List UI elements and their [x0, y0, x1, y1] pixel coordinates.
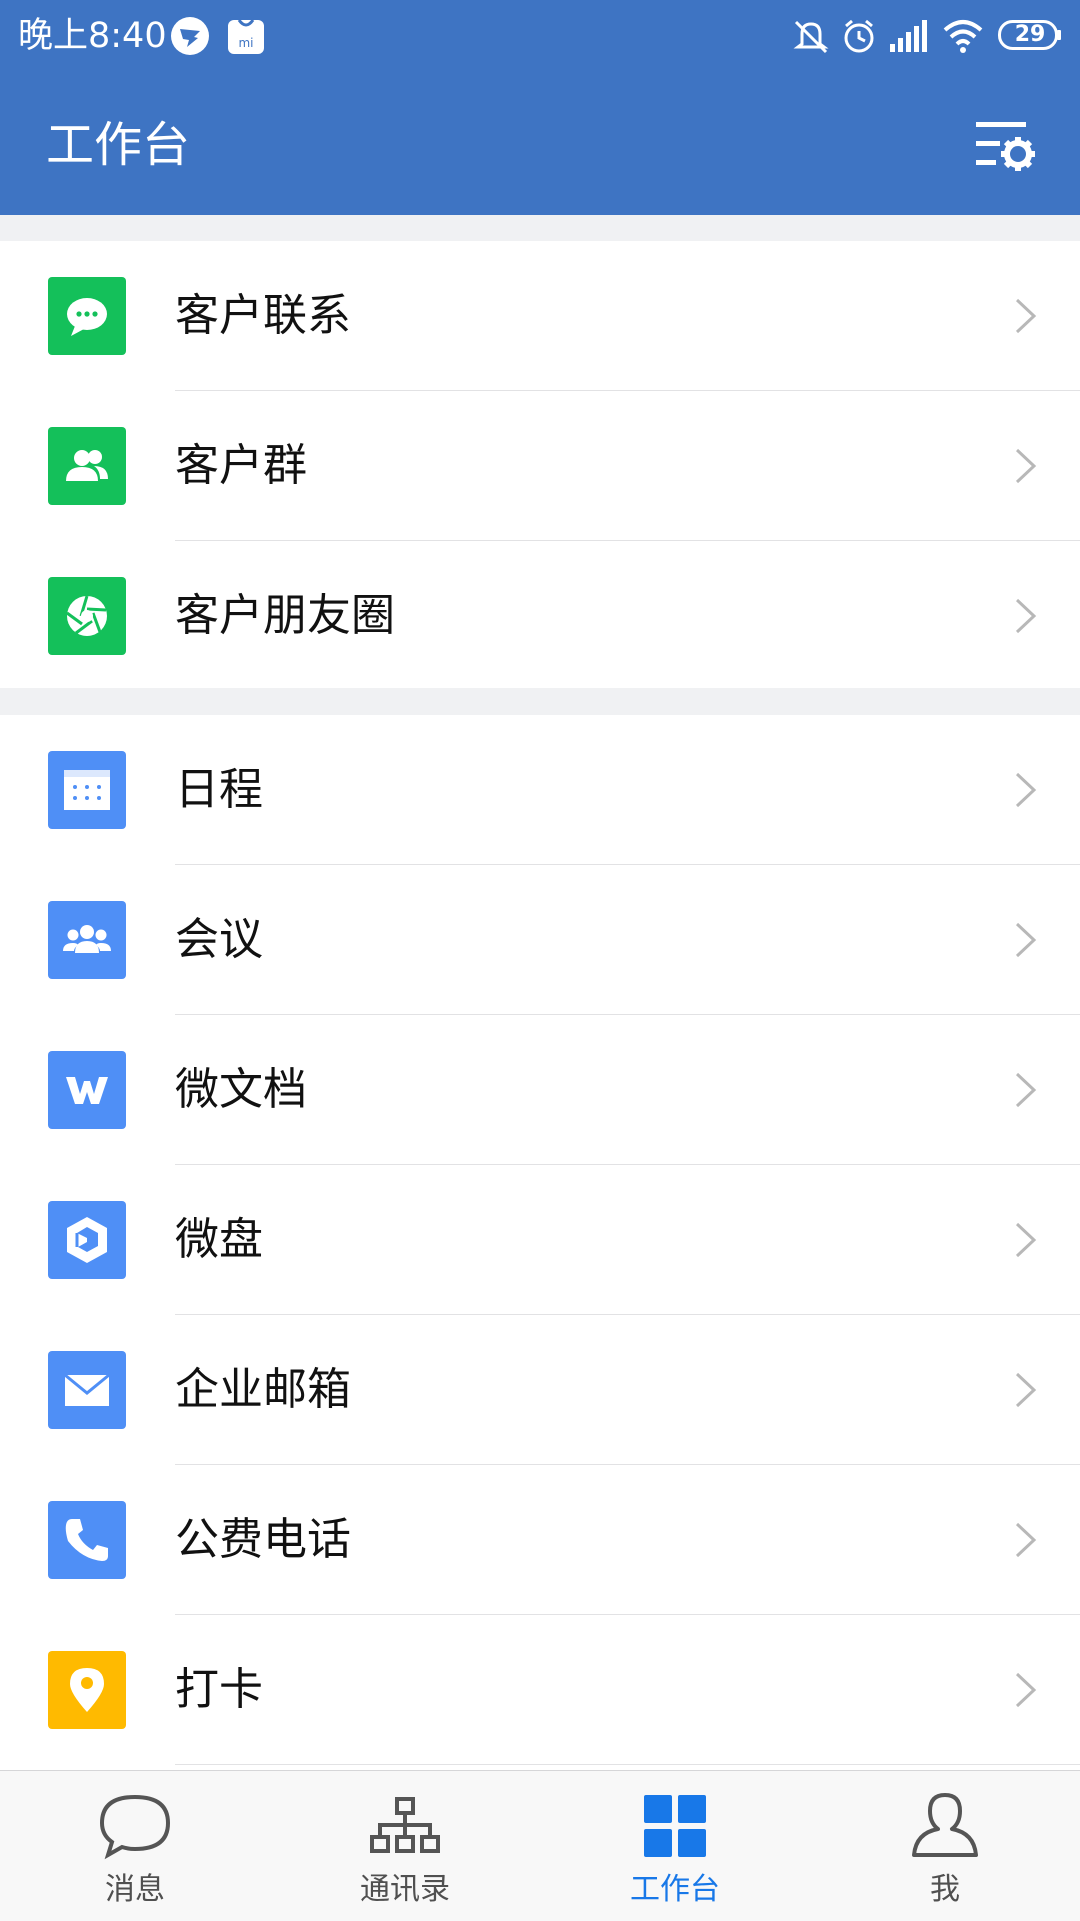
- signal-icon: [886, 16, 928, 56]
- item-label: 客户朋友圈: [175, 590, 395, 641]
- battery-level: 29: [1014, 22, 1046, 47]
- status-bar: 晚上8:40 mi 29: [0, 0, 1080, 72]
- list-item-customer-moments[interactable]: 客户朋友圈: [0, 541, 1080, 691]
- tab-contacts[interactable]: 通讯录: [270, 1771, 540, 1921]
- chevron-right-icon: [1014, 1521, 1038, 1559]
- message-icon: [98, 1789, 172, 1863]
- item-label: 打卡: [175, 1664, 263, 1715]
- chat-bubble-icon: [48, 277, 126, 355]
- item-label: 微盘: [175, 1214, 263, 1265]
- mute-icon: [790, 16, 832, 56]
- item-label: 微文档: [175, 1064, 307, 1115]
- tools-section: 日程 会议 微文档 微盘 企业邮箱 公费电话 打卡: [0, 715, 1080, 1775]
- alarm-icon: [838, 16, 880, 56]
- bottom-nav: 消息 通讯录 工作台 我: [0, 1770, 1080, 1921]
- item-label: 企业邮箱: [175, 1364, 351, 1415]
- app-bar: 工作台: [0, 72, 1080, 215]
- group-icon: [48, 427, 126, 505]
- chevron-right-icon: [1014, 1221, 1038, 1259]
- calendar-icon: [48, 751, 126, 829]
- chevron-right-icon: [1014, 597, 1038, 635]
- battery-icon: 29: [998, 20, 1062, 50]
- nav-label: 通讯录: [360, 1872, 450, 1907]
- list-settings-icon: [976, 122, 1035, 171]
- chevron-right-icon: [1014, 1671, 1038, 1709]
- location-pin-icon: [48, 1651, 126, 1729]
- chevron-right-icon: [1014, 297, 1038, 335]
- drive-icon: [48, 1201, 126, 1279]
- settings-button[interactable]: [976, 116, 1038, 174]
- tab-workbench[interactable]: 工作台: [540, 1771, 810, 1921]
- mail-icon: [48, 1351, 126, 1429]
- list-item-check-in[interactable]: 打卡: [0, 1615, 1080, 1765]
- chevron-right-icon: [1014, 771, 1038, 809]
- tab-me[interactable]: 我: [810, 1771, 1080, 1921]
- item-label: 会议: [175, 914, 263, 965]
- list-item-micro-drive[interactable]: 微盘: [0, 1165, 1080, 1315]
- chevron-right-icon: [1014, 921, 1038, 959]
- chevron-right-icon: [1014, 1371, 1038, 1409]
- customer-section: 客户联系 客户群 客户朋友圈: [0, 241, 1080, 688]
- item-label: 客户联系: [175, 290, 351, 341]
- page-title: 工作台: [46, 117, 191, 173]
- mi-store-notification-icon: mi: [226, 16, 266, 56]
- profile-icon: [908, 1789, 982, 1863]
- chevron-right-icon: [1014, 1071, 1038, 1109]
- phone-icon: [48, 1501, 126, 1579]
- list-item-schedule[interactable]: 日程: [0, 715, 1080, 865]
- aperture-icon: [48, 577, 126, 655]
- svg-text:mi: mi: [238, 36, 253, 50]
- document-w-icon: [48, 1051, 126, 1129]
- item-label: 客户群: [175, 440, 307, 491]
- chevron-right-icon: [1014, 447, 1038, 485]
- wifi-icon: [942, 16, 984, 56]
- list-item-public-phone[interactable]: 公费电话: [0, 1465, 1080, 1615]
- contacts-org-icon: [368, 1789, 442, 1863]
- workbench-grid-icon: [638, 1789, 712, 1863]
- list-item-customer-contact[interactable]: 客户联系: [0, 241, 1080, 391]
- item-label: 公费电话: [175, 1514, 351, 1565]
- nav-label: 我: [930, 1872, 960, 1907]
- nav-label: 工作台: [630, 1872, 720, 1907]
- list-item-customer-group[interactable]: 客户群: [0, 391, 1080, 541]
- tab-messages[interactable]: 消息: [0, 1771, 270, 1921]
- item-label: 日程: [175, 764, 263, 815]
- dingtalk-notification-icon: [170, 16, 210, 56]
- divider: [175, 1764, 1080, 1765]
- list-item-meeting[interactable]: 会议: [0, 865, 1080, 1015]
- list-item-enterprise-mail[interactable]: 企业邮箱: [0, 1315, 1080, 1465]
- meeting-icon: [48, 901, 126, 979]
- nav-label: 消息: [105, 1872, 165, 1907]
- list-item-micro-doc[interactable]: 微文档: [0, 1015, 1080, 1165]
- status-time: 晚上8:40: [18, 16, 167, 56]
